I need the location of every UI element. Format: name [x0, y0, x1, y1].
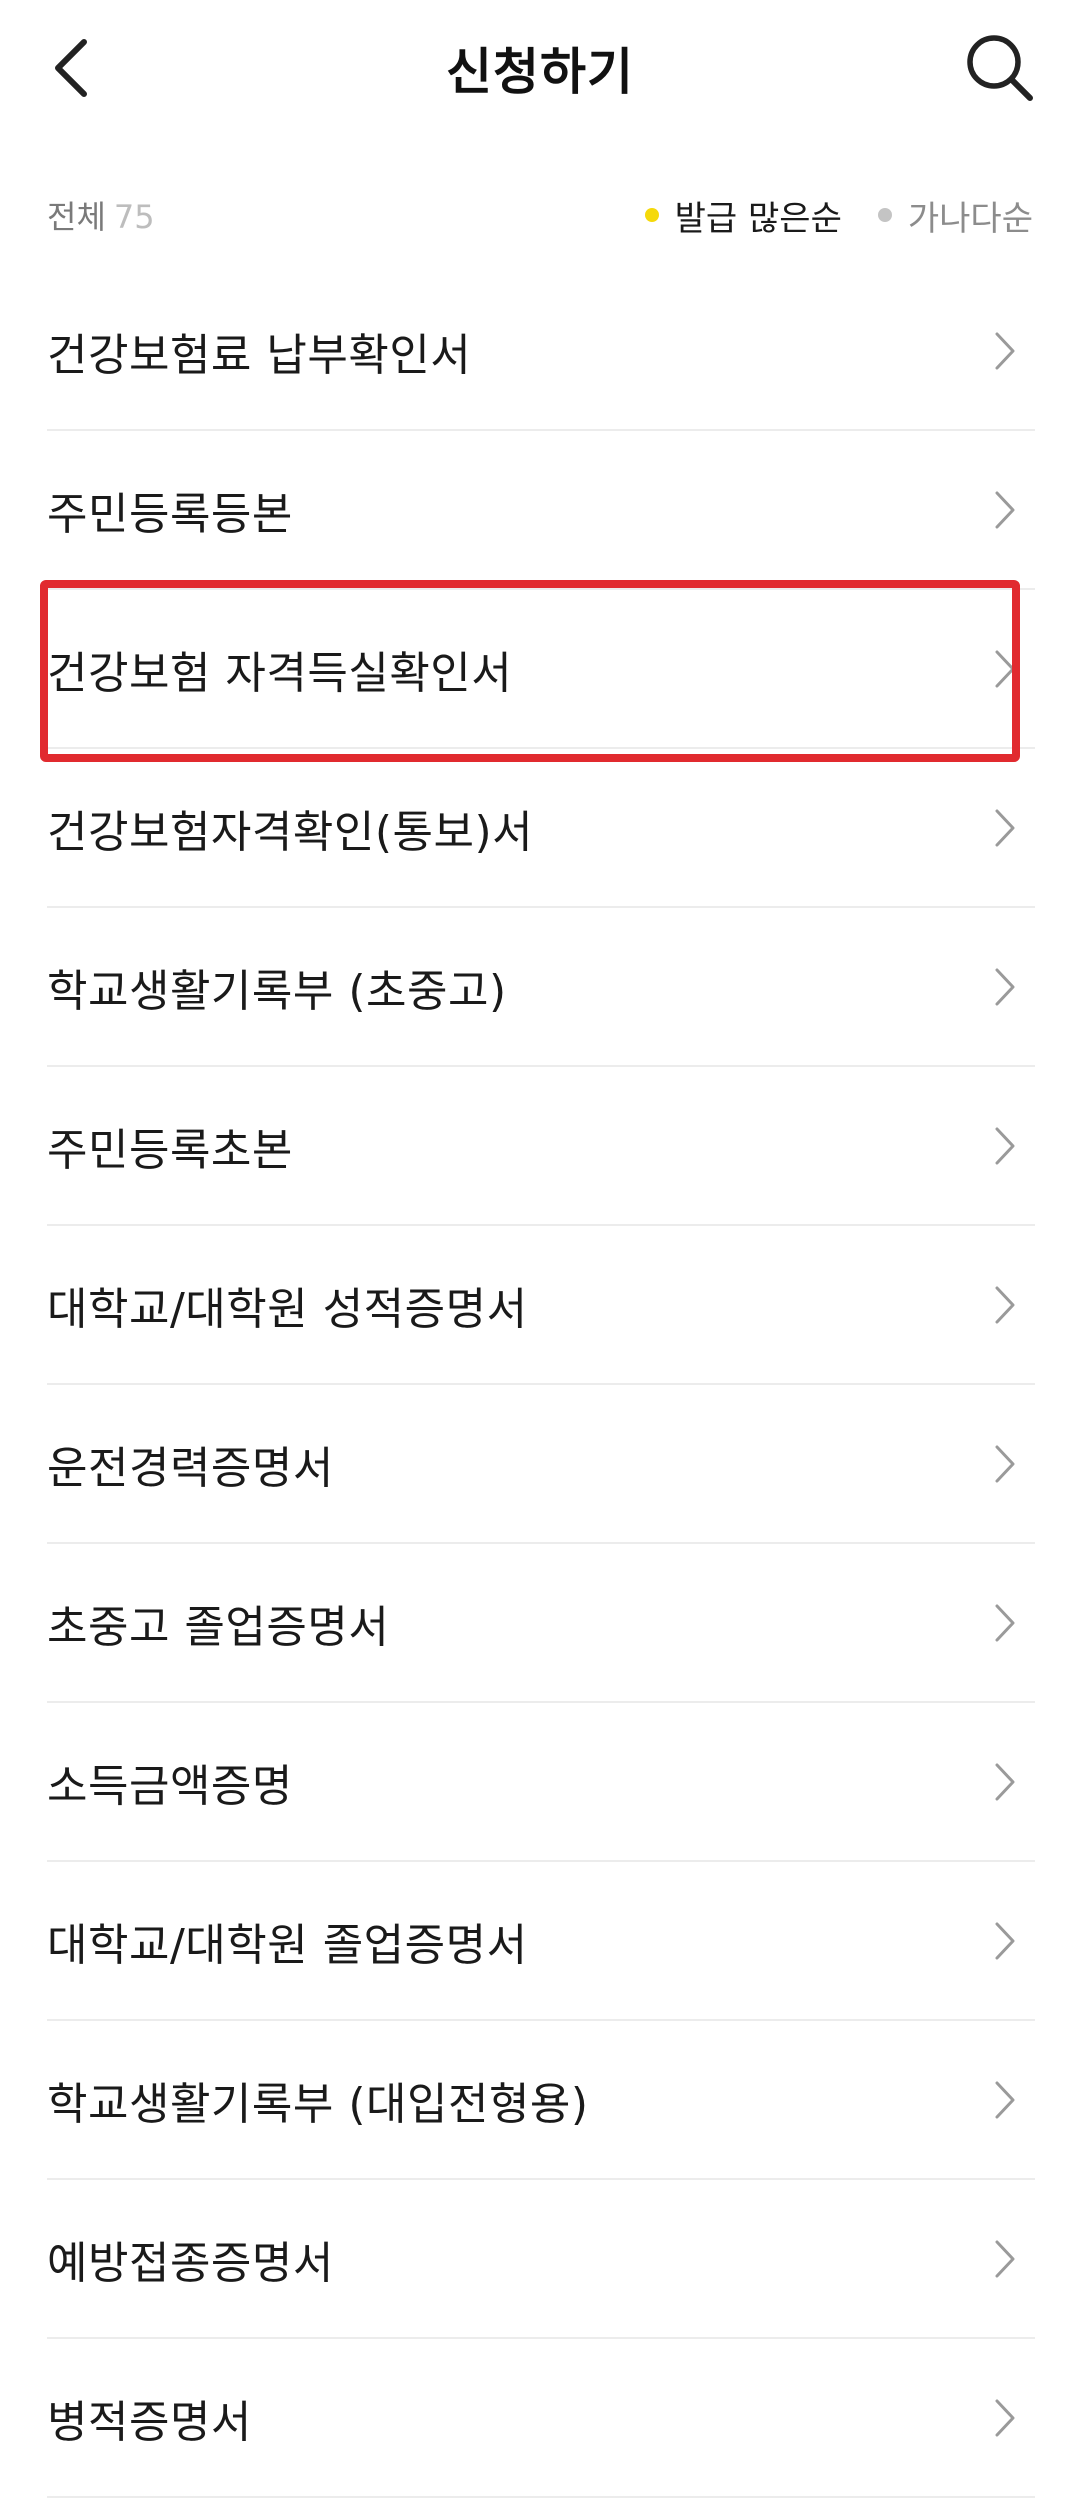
sort-label: 가나다순	[907, 198, 1033, 239]
document-list-item[interactable]: 건강보험 자격득실확인서	[47, 590, 1035, 749]
document-label: 예방접종증명서	[47, 2237, 334, 2289]
document-list-item[interactable]: 주민등록등본	[47, 431, 1035, 590]
app-header: 신청하기	[0, 0, 1080, 135]
inactive-dot-icon	[877, 208, 892, 222]
document-label: 대학교/대학원 졸업증명서	[47, 1919, 528, 1971]
document-list-item[interactable]: 학교생활기록부 (초중고)	[47, 908, 1035, 1067]
document-list-item[interactable]: 건강보험료 납부확인서	[47, 272, 1035, 431]
chevron-right-icon	[985, 1921, 1025, 1961]
document-list-item[interactable]: 대학교/대학원 졸업증명서	[47, 1862, 1035, 2021]
chevron-right-icon	[985, 2398, 1025, 2438]
chevron-right-icon	[985, 331, 1025, 371]
search-button[interactable]	[960, 28, 1040, 108]
document-label: 운전경력증명서	[47, 1442, 334, 1494]
sort-options: 발급 많은순 가나다순	[644, 191, 1033, 240]
document-label: 건강보험자격확인(통보)서	[47, 806, 534, 858]
document-label: 대학교/대학원 성적증명서	[47, 1283, 528, 1335]
document-list-item[interactable]: 소득금액증명	[47, 1703, 1035, 1862]
chevron-right-icon	[985, 1285, 1025, 1325]
document-label: 학교생활기록부 (초중고)	[47, 965, 507, 1017]
chevron-right-icon	[985, 1444, 1025, 1484]
sort-label: 발급 많은순	[674, 198, 842, 239]
sort-by-alphabetical[interactable]: 가나다순	[877, 191, 1033, 240]
chevron-right-icon	[985, 967, 1025, 1007]
document-label: 건강보험 자격득실확인서	[47, 647, 513, 699]
document-list-item[interactable]: 예방접종증명서	[47, 2180, 1035, 2339]
chevron-right-icon	[985, 1126, 1025, 1166]
document-list-item[interactable]: 운전경력증명서	[47, 1385, 1035, 1544]
total-count: 전체 75	[47, 192, 155, 238]
filter-bar: 전체 75 발급 많은순 가나다순	[47, 190, 1033, 240]
chevron-right-icon	[985, 1762, 1025, 1802]
page-title: 신청하기	[446, 43, 634, 101]
document-list: 건강보험료 납부확인서주민등록등본건강보험 자격득실확인서건강보험자격확인(통보…	[47, 272, 1035, 2498]
chevron-right-icon	[985, 2080, 1025, 2120]
search-icon	[967, 35, 1033, 101]
document-label: 주민등록초본	[47, 1124, 293, 1176]
document-list-item[interactable]: 초중고 졸업증명서	[47, 1544, 1035, 1703]
document-label: 학교생활기록부 (대입전형용)	[47, 2078, 589, 2130]
chevron-right-icon	[985, 2239, 1025, 2279]
document-label: 건강보험료 납부확인서	[47, 329, 472, 381]
total-label: 전체	[47, 198, 106, 236]
document-label: 초중고 졸업증명서	[47, 1601, 390, 1653]
chevron-right-icon	[985, 490, 1025, 530]
document-label: 병적증명서	[47, 2396, 252, 2448]
document-list-item[interactable]: 학교생활기록부 (대입전형용)	[47, 2021, 1035, 2180]
document-list-item[interactable]: 대학교/대학원 성적증명서	[47, 1226, 1035, 1385]
document-label: 주민등록등본	[47, 488, 293, 540]
chevron-right-icon	[985, 649, 1025, 689]
chevron-right-icon	[985, 1603, 1025, 1643]
document-label: 소득금액증명	[47, 1760, 293, 1812]
document-list-item[interactable]: 주민등록초본	[47, 1067, 1035, 1226]
active-dot-icon	[644, 208, 659, 222]
total-number: 75	[113, 198, 155, 236]
document-list-item[interactable]: 건강보험자격확인(통보)서	[47, 749, 1035, 908]
chevron-right-icon	[985, 808, 1025, 848]
document-list-item[interactable]: 병적증명서	[47, 2339, 1035, 2498]
sort-by-issued-count[interactable]: 발급 많은순	[644, 191, 842, 240]
